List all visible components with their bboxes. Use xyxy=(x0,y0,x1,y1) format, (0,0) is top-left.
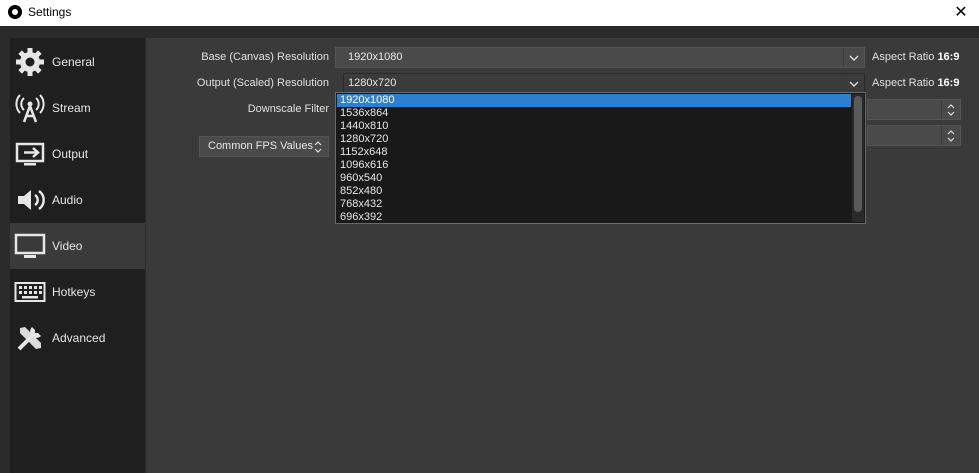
chevron-updown-icon[interactable] xyxy=(941,126,960,145)
output-resolution-label: Output (Scaled) Resolution xyxy=(196,77,329,89)
output-resolution-value: 1280x720 xyxy=(348,77,397,89)
sidebar-item-advanced[interactable]: Advanced xyxy=(10,315,145,361)
dropdown-option[interactable]: 1536x864 xyxy=(337,107,851,120)
sidebar-item-output[interactable]: Output xyxy=(10,131,145,177)
title-bar: Settings ✕ xyxy=(0,0,979,26)
dropdown-option[interactable]: 1152x648 xyxy=(337,146,851,159)
dropdown-option[interactable]: 1920x1080 xyxy=(337,94,851,107)
window-title: Settings xyxy=(28,5,72,19)
sidebar-item-label: Output xyxy=(52,147,89,161)
dropdown-option[interactable]: 852x480 xyxy=(337,185,851,198)
output-resolution-combo[interactable]: 1280x720 xyxy=(343,73,865,94)
sidebar-item-label: Advanced xyxy=(52,331,106,345)
speaker-icon xyxy=(13,183,47,217)
sidebar-item-label: Hotkeys xyxy=(52,285,96,299)
dropdown-option[interactable]: 960x540 xyxy=(337,172,851,185)
obs-logo-icon xyxy=(8,5,22,19)
sidebar-item-hotkeys[interactable]: Hotkeys xyxy=(10,269,145,315)
dropdown-option[interactable]: 768x432 xyxy=(337,198,851,211)
dropdown-option[interactable]: 1096x616 xyxy=(337,159,851,172)
aspect-ratio-value: 16:9 xyxy=(937,51,960,63)
fps-value-select[interactable] xyxy=(867,125,961,146)
chevron-updown-icon[interactable] xyxy=(310,137,326,156)
dropdown-option[interactable]: 1280x720 xyxy=(337,133,851,146)
base-resolution-combo[interactable]: 1920x1080 xyxy=(335,47,865,68)
chevron-down-icon[interactable] xyxy=(843,48,864,67)
dropdown-option[interactable]: 696x392 xyxy=(337,211,851,224)
broadcast-antenna-icon xyxy=(13,91,47,125)
sidebar-item-label: General xyxy=(52,55,95,69)
fps-type-value: Common FPS Values xyxy=(208,140,313,152)
output-screen-icon xyxy=(13,137,47,171)
output-aspect-ratio: Aspect Ratio 16:9 xyxy=(872,77,959,89)
dropdown-scrollbar[interactable] xyxy=(852,94,864,222)
base-resolution-value: 1920x1080 xyxy=(348,51,403,63)
sidebar-item-video[interactable]: Video xyxy=(10,223,145,269)
keyboard-icon xyxy=(13,275,47,309)
sidebar-item-stream[interactable]: Stream xyxy=(10,85,145,131)
chevron-down-icon[interactable] xyxy=(843,74,864,93)
gear-icon xyxy=(13,45,47,79)
aspect-ratio-label: Aspect Ratio xyxy=(872,77,935,89)
sidebar-item-label: Audio xyxy=(52,193,83,207)
downscale-filter-select[interactable] xyxy=(867,99,961,120)
aspect-ratio-label: Aspect Ratio xyxy=(872,51,935,63)
tools-icon xyxy=(13,321,47,355)
downscale-filter-label: Downscale Filter xyxy=(247,103,329,115)
sidebar-item-general[interactable]: General xyxy=(10,39,145,85)
close-button[interactable]: ✕ xyxy=(951,2,971,22)
monitor-icon xyxy=(13,229,47,263)
scrollbar-thumb[interactable] xyxy=(854,96,862,212)
sidebar-item-label: Stream xyxy=(52,101,91,115)
sidebar: General Stream Output Audio Video Hotkey… xyxy=(10,38,145,473)
base-resolution-label: Base (Canvas) Resolution xyxy=(201,51,329,63)
fps-type-select[interactable]: Common FPS Values xyxy=(199,136,329,157)
aspect-ratio-value: 16:9 xyxy=(937,77,960,89)
chevron-updown-icon[interactable] xyxy=(941,100,960,119)
sidebar-item-audio[interactable]: Audio xyxy=(10,177,145,223)
sidebar-item-label: Video xyxy=(52,239,83,253)
base-aspect-ratio: Aspect Ratio 16:9 xyxy=(872,51,959,63)
dropdown-option[interactable]: 1440x810 xyxy=(337,120,851,133)
output-resolution-dropdown-list: 1920x1080 1536x864 1440x810 1280x720 115… xyxy=(335,92,866,224)
